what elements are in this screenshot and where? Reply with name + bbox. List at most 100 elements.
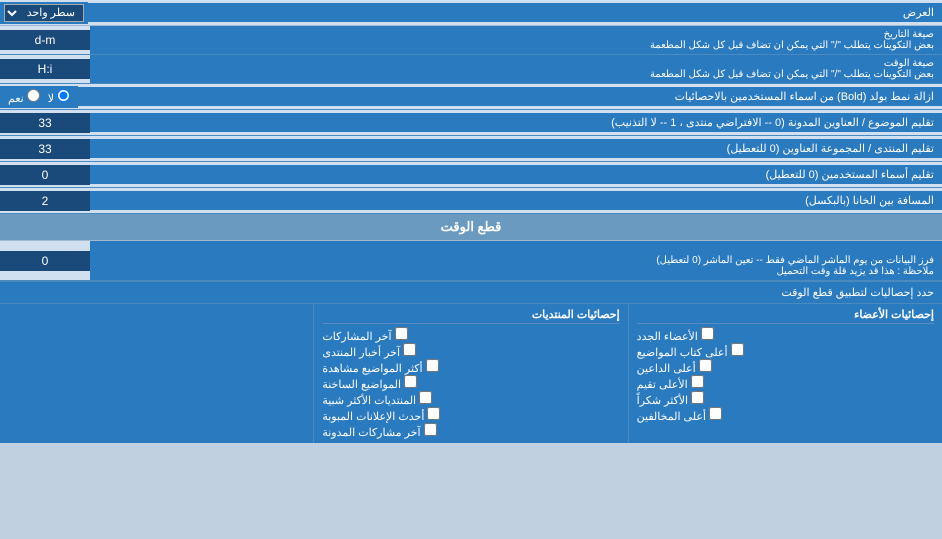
col-members-header-text: إحصائيات الأعضاء [854,309,934,321]
spacing-label-text: المسافة بين الخانا (بالبكسل) [805,195,934,207]
col-forums-header-text: إحصائيات المنتديات [532,309,620,321]
check-top-writers: أعلى كتاب المواضيع [637,343,934,359]
check-top-rated: الأعلى تقيم [637,375,934,391]
bold-label-text: ازالة نمط بولد (Bold) من اسماء المستخدمي… [675,91,934,103]
forum-titles-value [0,139,90,159]
check-blog-posts-input[interactable] [424,423,437,436]
check-top-inviters-input[interactable] [699,359,712,372]
cut-time-header-text: قطع الوقت [441,219,502,234]
radio-no-label: لا [48,89,70,105]
user-names-row: تقليم أسماء المستخدمين (0 للتعطيل) [0,162,942,188]
radio-yes[interactable] [27,89,40,102]
check-hot-topics-input[interactable] [404,375,417,388]
check-most-thanks-input[interactable] [691,391,704,404]
check-hot-topics: المواضيع الساخنة [322,375,619,391]
check-classified-ads-input[interactable] [427,407,440,420]
cut-time-label: فرز البيانات من يوم الماشر الماضي فقط --… [90,241,942,280]
col-members: إحصائيات الأعضاء الأعضاء الجدد أعلى كتاب… [628,304,942,443]
time-format-row: صيغة الوقت بعض التكوينات يتطلب "/" التي … [0,55,942,84]
date-format-input[interactable] [10,33,80,47]
check-similar-forums-text: المنتديات الأكثر شبية [322,395,416,407]
check-most-viewed-text: أكثر المواضيع مشاهدة [322,363,422,375]
check-top-writers-text: أعلى كتاب المواضيع [637,347,728,359]
check-new-members-input[interactable] [701,327,714,340]
lines-select[interactable]: سطر واحد سطرين ثلاثة أسطر [4,4,84,22]
check-forum-news: آخر أخبار المنتدى [322,343,619,359]
check-forum-news-label: آخر أخبار المنتدى [322,343,416,359]
check-top-writers-input[interactable] [731,343,744,356]
user-names-label-text: تقليم أسماء المستخدمين (0 للتعطيل) [766,169,934,181]
topic-titles-label: تقليم الموضوع / العناوين المدونة (0 -- ا… [90,113,942,132]
date-format-label-text: صيغة التاريخ بعض التكوينات يتطلب "/" الت… [98,29,934,51]
check-top-inviters: أعلى الداعين [637,359,934,375]
spacing-value [0,191,90,211]
check-similar-forums: المنتديات الأكثر شبية [322,391,619,407]
col-members-header: إحصائيات الأعضاء [637,308,934,324]
check-classified-ads: أحدث الإعلانات المبوبة [322,407,619,423]
check-top-rated-input[interactable] [691,375,704,388]
check-most-thanks: الأكثر شكراً [637,391,934,407]
check-classified-ads-label: أحدث الإعلانات المبوبة [322,407,440,423]
check-most-thanks-text: الأكثر شكراً [637,395,688,407]
time-format-label: صيغة الوقت بعض التكوينات يتطلب "/" التي … [90,55,942,83]
check-latest-posts-text: آخر المشاركات [322,331,391,343]
check-blog-posts: آخر مشاركات المدونة [322,423,619,439]
spacing-input[interactable] [10,194,80,208]
check-top-inviters-label: أعلى الداعين [637,359,712,375]
time-format-input[interactable] [10,62,80,76]
checkboxes-section: حدد إحصاليات لتطبيق قطع الوقت إحصائيات ا… [0,281,942,443]
time-format-label-text: صيغة الوقت بعض التكوينات يتطلب "/" التي … [98,58,934,80]
display-label: العرض [88,3,942,22]
check-top-rated-label: الأعلى تقيم [637,375,704,391]
radio-no[interactable] [57,89,70,102]
check-forum-news-input[interactable] [403,343,416,356]
col-forums: إحصائيات المنتديات آخر المشاركات آخر أخب… [313,304,627,443]
check-most-viewed-label: أكثر المواضيع مشاهدة [322,359,438,375]
check-most-viewed-input[interactable] [426,359,439,372]
col-empty [0,304,313,443]
col-forums-header: إحصائيات المنتديات [322,308,619,324]
check-top-rated-text: الأعلى تقيم [637,379,688,391]
check-blog-posts-label: آخر مشاركات المدونة [322,423,436,439]
select-part: سطر واحد سطرين ثلاثة أسطر [0,2,88,24]
check-latest-posts: آخر المشاركات [322,327,619,343]
check-new-members-label: الأعضاء الجدد [637,327,714,343]
forum-titles-label: تقليم المنتدى / المجموعة العناوين (0 للت… [90,139,942,158]
topic-titles-input[interactable] [10,116,80,130]
check-top-violators-label: أعلى المخالفين [637,407,722,423]
date-format-row: صيغة التاريخ بعض التكوينات يتطلب "/" الت… [0,26,942,55]
checkbox-columns: إحصائيات الأعضاء الأعضاء الجدد أعلى كتاب… [0,304,942,443]
cut-time-label-text: فرز البيانات من يوم الماشر الماضي فقط --… [98,244,934,277]
radio-yes-label: نعم [8,89,40,105]
check-hot-topics-label: المواضيع الساخنة [322,375,417,391]
apply-label-text: حدد إحصاليات لتطبيق قطع الوقت [781,287,934,299]
check-forum-news-text: آخر أخبار المنتدى [322,347,400,359]
check-latest-posts-label: آخر المشاركات [322,327,407,343]
check-new-members: الأعضاء الجدد [637,327,934,343]
cut-time-input[interactable] [10,254,80,268]
check-similar-forums-input[interactable] [419,391,432,404]
check-most-thanks-label: الأكثر شكراً [637,391,705,407]
topic-titles-label-text: تقليم الموضوع / العناوين المدونة (0 -- ا… [611,117,934,129]
title-text: العرض [903,7,934,19]
check-top-violators-text: أعلى المخالفين [637,411,706,423]
apply-label: حدد إحصاليات لتطبيق قطع الوقت [0,282,942,304]
time-format-value [0,59,90,79]
user-names-input[interactable] [10,168,80,182]
check-new-members-text: الأعضاء الجدد [637,331,698,343]
forum-titles-label-text: تقليم المنتدى / المجموعة العناوين (0 للت… [727,143,934,155]
check-top-writers-label: أعلى كتاب المواضيع [637,343,744,359]
check-top-inviters-text: أعلى الداعين [637,363,696,375]
cut-time-row: فرز البيانات من يوم الماشر الماضي فقط --… [0,241,942,281]
bold-radio-group: لا نعم [0,86,78,108]
date-format-value [0,30,90,50]
check-top-violators-input[interactable] [709,407,722,420]
date-format-label: صيغة التاريخ بعض التكوينات يتطلب "/" الت… [90,26,942,54]
spacing-label: المسافة بين الخانا (بالبكسل) [90,191,942,210]
check-blog-posts-text: آخر مشاركات المدونة [322,427,420,439]
main-container: العرض سطر واحد سطرين ثلاثة أسطر صيغة الت… [0,0,942,443]
forum-titles-input[interactable] [10,142,80,156]
check-latest-posts-input[interactable] [395,327,408,340]
check-classified-ads-text: أحدث الإعلانات المبوبة [322,411,424,423]
forum-titles-row: تقليم المنتدى / المجموعة العناوين (0 للت… [0,136,942,162]
